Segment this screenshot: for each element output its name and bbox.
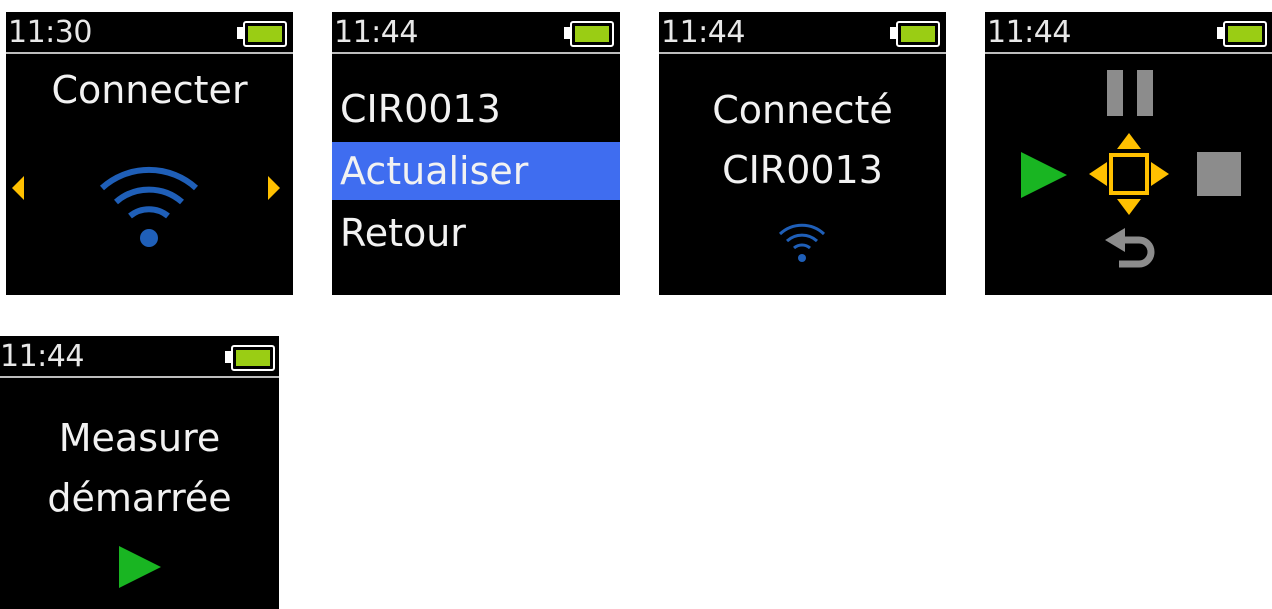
battery-icon: [235, 21, 287, 47]
direction-pad-icon[interactable]: [1089, 133, 1169, 215]
battery-icon: [1215, 21, 1267, 47]
menu-item-refresh[interactable]: Actualiser: [332, 142, 620, 200]
arrow-right-icon[interactable]: [268, 176, 280, 200]
wifi-icon: [99, 166, 199, 247]
wifi-icon: [778, 223, 826, 262]
battery-icon: [223, 345, 275, 371]
status-bar: 11:30: [6, 12, 293, 54]
status-text-line1: Measure: [58, 416, 221, 460]
clock: 11:44: [334, 15, 418, 50]
status-text-line2: démarrée: [47, 476, 232, 520]
play-icon: [119, 546, 161, 588]
clock: 11:30: [8, 15, 92, 50]
battery-icon: [888, 21, 940, 47]
screen-connect: 11:30 Connecter: [6, 12, 293, 295]
battery-icon: [562, 21, 614, 47]
screen-device-menu: 11:44 CIR0013 Actualiser Retour: [332, 12, 620, 295]
back-arrow-icon[interactable]: [1105, 228, 1157, 272]
arrow-left-icon[interactable]: [12, 176, 24, 200]
stop-icon[interactable]: [1195, 150, 1243, 198]
clock: 11:44: [0, 339, 84, 374]
device-name: CIR0013: [722, 148, 883, 192]
status-text: Connecté: [712, 88, 893, 132]
menu-item-device[interactable]: CIR0013: [332, 80, 620, 138]
menu-item-back[interactable]: Retour: [332, 204, 620, 262]
pause-icon[interactable]: [1105, 68, 1155, 118]
play-icon[interactable]: [1019, 150, 1069, 200]
status-bar: 11:44: [0, 336, 279, 378]
status-bar: 11:44: [332, 12, 620, 54]
status-bar: 11:44: [659, 12, 946, 54]
status-bar: 11:44: [985, 12, 1272, 54]
clock: 11:44: [987, 15, 1071, 50]
screen-measure-started: 11:44 Measure démarrée: [0, 336, 279, 609]
screen-connected: 11:44 Connecté CIR0013: [659, 12, 946, 295]
screen-controls: 11:44: [985, 12, 1272, 295]
clock: 11:44: [661, 15, 745, 50]
screen-title: Connecter: [51, 68, 248, 112]
